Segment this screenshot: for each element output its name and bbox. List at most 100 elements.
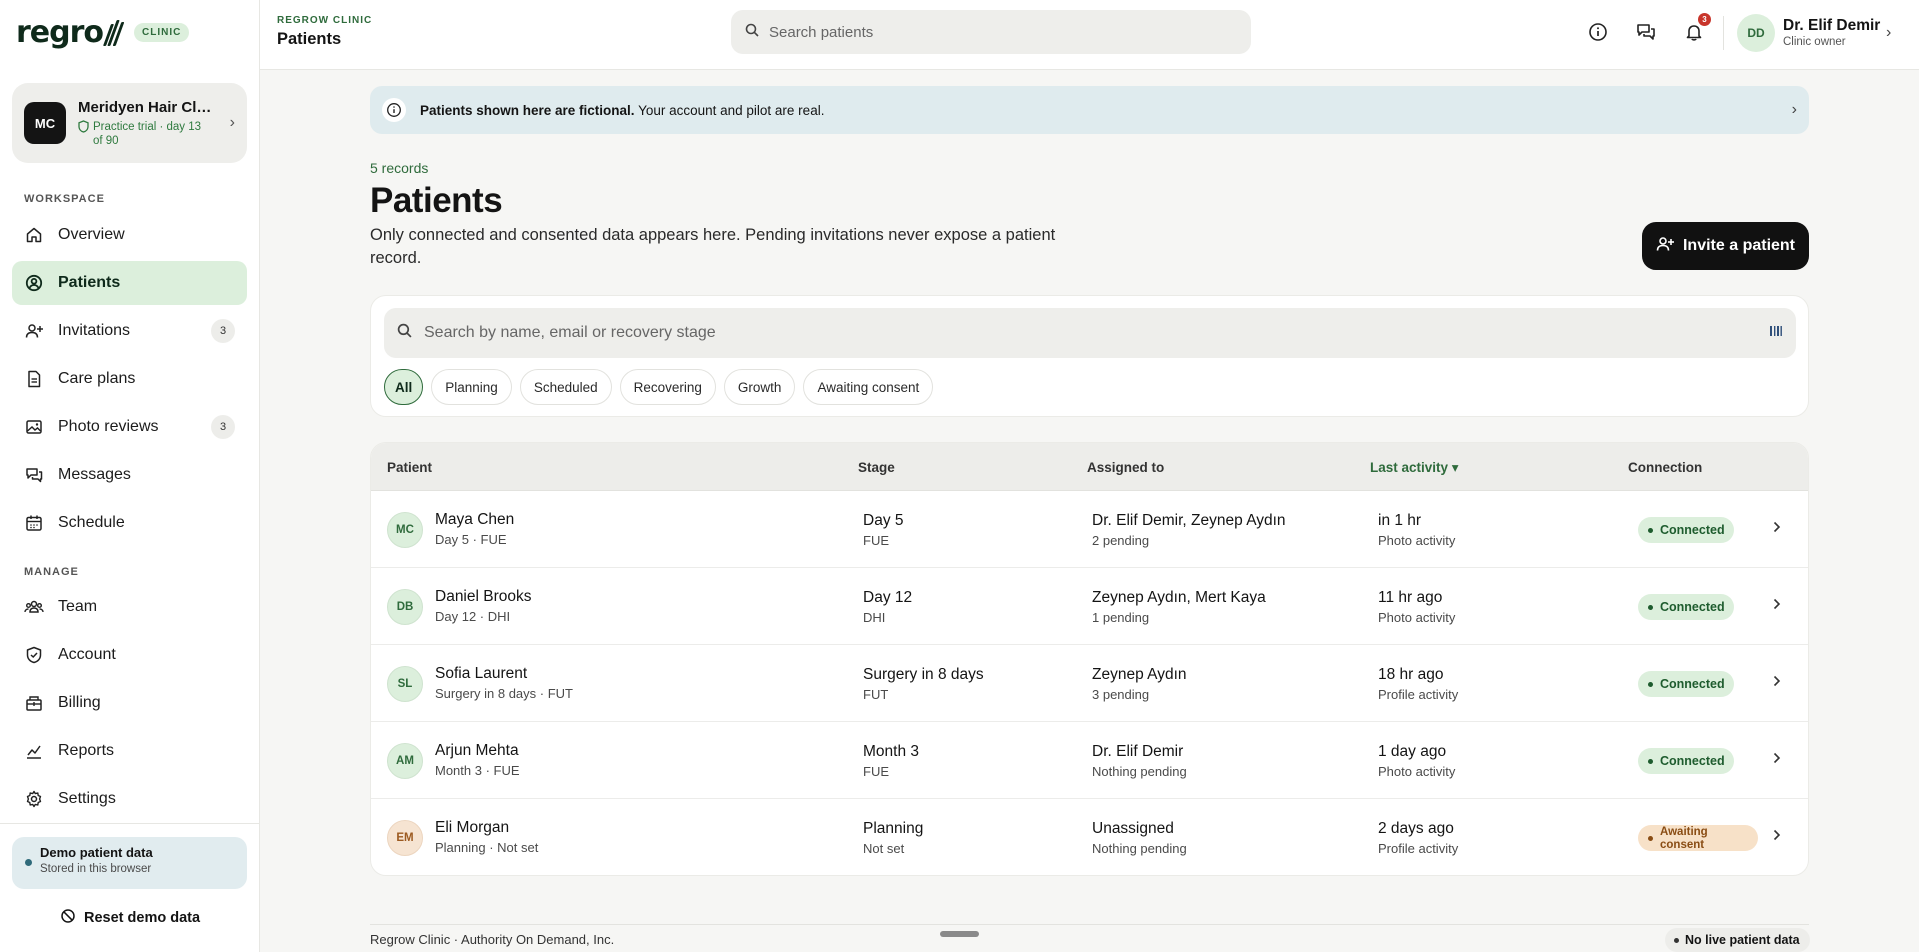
chevron-right-icon[interactable] — [1773, 828, 1781, 846]
last-activity-type: Photo activity — [1378, 764, 1456, 779]
document-icon — [24, 369, 44, 389]
sidebar-divider — [0, 823, 260, 824]
stage-sub: Not set — [863, 841, 905, 856]
patient-name[interactable]: Eli Morgan — [435, 819, 509, 837]
demo-status-dot — [25, 859, 32, 866]
sidebar-item-label: Account — [58, 646, 116, 663]
user-role: Clinic owner — [1783, 36, 1846, 48]
last-activity-type: Profile activity — [1378, 841, 1459, 856]
patient-name[interactable]: Maya Chen — [435, 511, 514, 529]
sidebar-item-photo-reviews[interactable]: Photo reviews 3 — [12, 405, 247, 449]
sidebar-item-label: Patients — [58, 274, 121, 291]
assigned-to: Unassigned — [1092, 820, 1174, 837]
column-last-activity[interactable]: Last activity ▾ — [1370, 460, 1459, 476]
logo[interactable]: regro CLINIC — [16, 14, 190, 50]
sidebar-item-reports[interactable]: Reports — [12, 729, 247, 773]
user-plus-icon — [24, 321, 44, 341]
last-activity: 18 hr ago — [1378, 666, 1444, 683]
sidebar-item-invitations[interactable]: Invitations 3 — [12, 309, 247, 353]
sidebar-item-schedule[interactable]: Schedule — [12, 501, 247, 545]
sidebar-item-team[interactable]: Team — [12, 585, 247, 629]
column-connection[interactable]: Connection — [1628, 460, 1702, 475]
patient-search-input[interactable] — [424, 324, 1757, 342]
stage-sub: DHI — [863, 610, 886, 625]
info-icon[interactable] — [1586, 20, 1610, 44]
count-badge: 3 — [211, 319, 235, 343]
patient-sub: Month 3 · FUE — [435, 763, 520, 778]
billing-icon — [24, 693, 44, 713]
sidebar-item-label: Settings — [58, 790, 116, 807]
avatar[interactable]: DD — [1737, 14, 1775, 52]
sidebar-item-account[interactable]: Account — [12, 633, 247, 677]
demo-data-card: Demo patient data Stored in this browser — [12, 837, 247, 889]
scan-icon[interactable] — [1769, 324, 1783, 343]
patient-name[interactable]: Arjun Mehta — [435, 742, 519, 760]
practice-switcher[interactable]: MC Meridyen Hair Cli... Practice trial ·… — [12, 83, 247, 163]
chevron-right-icon[interactable] — [1773, 520, 1781, 538]
assigned-to: Dr. Elif Demir — [1092, 743, 1184, 760]
reset-demo-button[interactable]: Reset demo data — [60, 908, 200, 928]
scroll-handle[interactable] — [940, 931, 979, 937]
user-name[interactable]: Dr. Elif Demir — [1783, 17, 1880, 35]
chevron-right-icon[interactable] — [1773, 597, 1781, 615]
header-search-input[interactable] — [769, 23, 1209, 41]
avatar: SL — [387, 666, 423, 702]
sidebar-item-overview[interactable]: Overview — [12, 213, 247, 257]
table-row[interactable]: AM Arjun Mehta Month 3 · FUE Month 3 FUE Dr. … — [371, 722, 1808, 799]
table-row[interactable]: DB Daniel Brooks Day 12 · DHI Day 12 DHI Zeyn… — [371, 568, 1808, 645]
filter-chip-awaiting-consent[interactable]: Awaiting consent — [803, 369, 934, 405]
banner-bold: Patients shown here are fictional. — [420, 102, 635, 118]
search-icon — [745, 23, 759, 42]
sidebar-item-label: Schedule — [58, 514, 125, 531]
chevron-right-icon[interactable]: › — [1886, 24, 1891, 42]
messages-icon[interactable] — [1634, 20, 1658, 44]
header-title: Patients — [277, 30, 342, 48]
table-row[interactable]: EM Eli Morgan Planning · Not set Planning No… — [371, 799, 1808, 875]
photo-icon — [24, 417, 44, 437]
patient-name[interactable]: Sofia Laurent — [435, 665, 527, 683]
assigned-pending: 3 pending — [1092, 687, 1150, 702]
table-row[interactable]: MC Maya Chen Day 5 · FUE Day 5 FUE Dr. Elif D… — [371, 491, 1808, 568]
filter-chip-growth[interactable]: Growth — [723, 369, 796, 405]
filter-chip-all[interactable]: All — [384, 369, 424, 405]
chevron-right-icon[interactable] — [1773, 751, 1781, 769]
sidebar-item-billing[interactable]: Billing — [12, 681, 247, 725]
invite-patient-button[interactable]: Invite a patient — [1642, 222, 1809, 270]
stage-sub: FUE — [863, 764, 889, 779]
status-badge: Awaiting consent — [1638, 825, 1758, 851]
breadcrumb[interactable]: REGROW CLINIC — [277, 15, 372, 26]
header-search[interactable] — [731, 10, 1251, 54]
stage-sub: FUT — [863, 687, 889, 702]
column-assigned[interactable]: Assigned to — [1087, 460, 1164, 475]
last-activity-type: Photo activity — [1378, 610, 1456, 625]
filter-chip-planning[interactable]: Planning — [431, 369, 512, 405]
avatar: AM — [387, 743, 423, 779]
filter-chip-recovering[interactable]: Recovering — [619, 369, 716, 405]
patient-name[interactable]: Daniel Brooks — [435, 588, 532, 606]
chevron-right-icon[interactable] — [1773, 674, 1781, 692]
bell-icon[interactable]: 3 — [1682, 13, 1711, 44]
sidebar-item-messages[interactable]: Messages — [12, 453, 247, 497]
column-patient[interactable]: Patient — [387, 460, 432, 475]
column-stage[interactable]: Stage — [858, 460, 895, 475]
avatar: MC — [387, 512, 423, 548]
patient-sub: Surgery in 8 days · FUT — [435, 686, 573, 701]
sidebar: regro CLINIC MC Meridyen Hair Cli... Pra… — [0, 0, 260, 952]
sidebar-item-patients[interactable]: Patients — [12, 261, 247, 305]
sidebar-item-settings[interactable]: Settings — [12, 777, 247, 821]
block-icon — [60, 908, 76, 928]
sidebar-item-care-plans[interactable]: Care plans — [12, 357, 247, 401]
table-row[interactable]: SL Sofia Laurent Surgery in 8 days · FUT Su… — [371, 645, 1808, 722]
sidebar-item-label: Care plans — [58, 370, 136, 387]
status-badge: Connected — [1638, 517, 1734, 543]
assigned-pending: Nothing pending — [1092, 841, 1187, 856]
patient-search[interactable] — [384, 308, 1796, 358]
search-icon — [397, 323, 412, 343]
footer-divider — [370, 924, 1809, 925]
sidebar-item-label: Overview — [58, 226, 125, 243]
practice-avatar: MC — [24, 102, 66, 144]
filter-chip-scheduled[interactable]: Scheduled — [519, 369, 612, 405]
avatar: DB — [387, 589, 423, 625]
invite-patient-label: Invite a patient — [1682, 237, 1796, 254]
fictional-data-banner[interactable]: Patients shown here are fictional. Your … — [370, 86, 1809, 134]
